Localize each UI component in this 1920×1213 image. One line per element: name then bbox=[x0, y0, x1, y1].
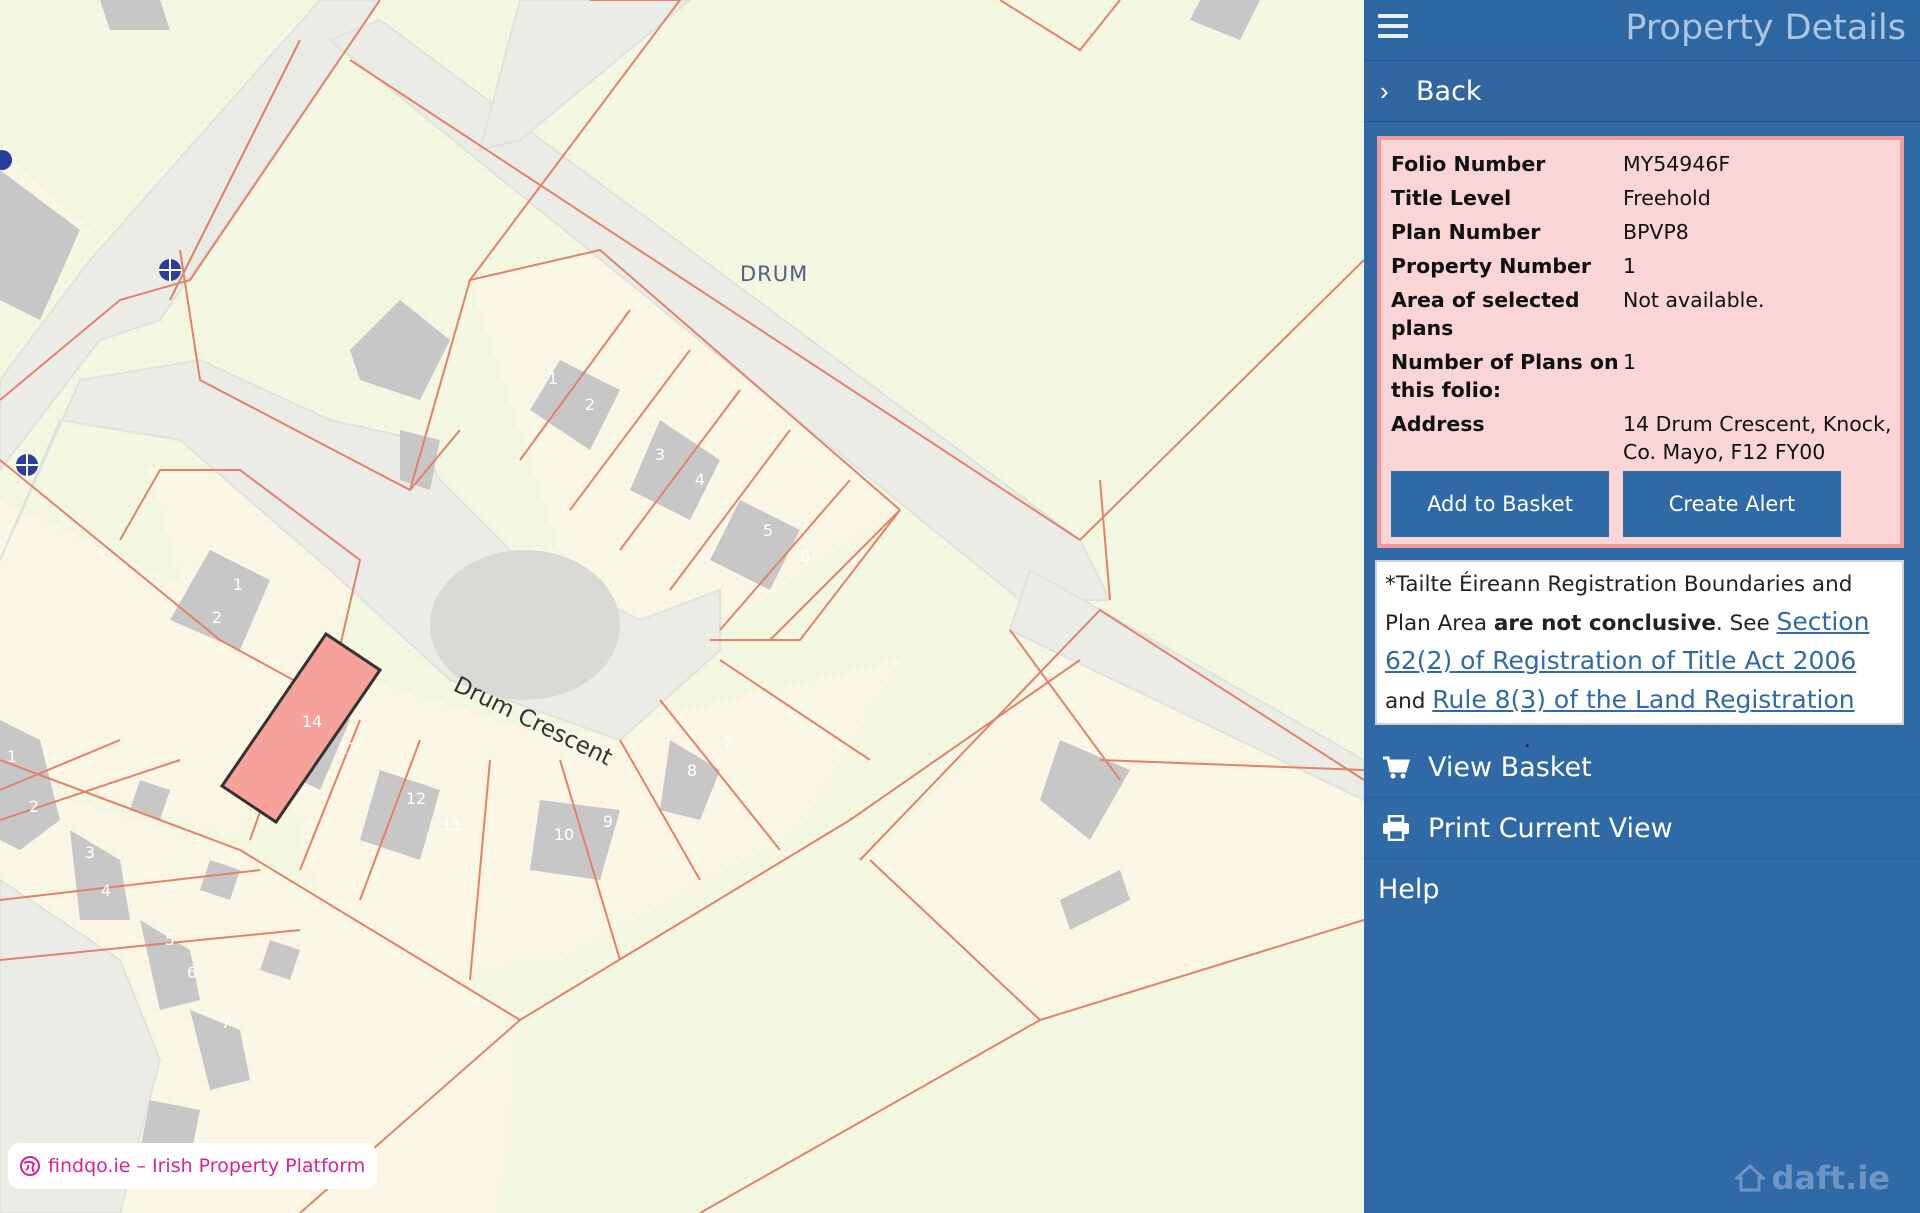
field-value: 1 bbox=[1623, 254, 1637, 278]
survey-marker-icon bbox=[16, 454, 38, 476]
view-basket-button[interactable]: View Basket bbox=[1364, 737, 1920, 798]
house-number-label: 7 bbox=[723, 733, 733, 752]
back-label: Back bbox=[1416, 75, 1482, 107]
add-to-basket-button[interactable]: Add to Basket bbox=[1391, 471, 1609, 537]
watermark: daft.ie bbox=[1735, 1159, 1890, 1197]
field-label: Area of selected plans bbox=[1391, 288, 1580, 340]
help-label: Help bbox=[1378, 873, 1440, 905]
source-tag[interactable]: findqo.ie – Irish Property Platform bbox=[8, 1143, 378, 1189]
hamburger-menu-icon[interactable] bbox=[1378, 14, 1408, 40]
property-panel: Property Details › Back Folio Number MY5… bbox=[1364, 0, 1920, 1213]
house-number-label: 13 bbox=[338, 739, 358, 758]
house-number-label: 9 bbox=[603, 812, 613, 831]
house-number-label: 5 bbox=[763, 521, 773, 540]
survey-marker-icon bbox=[159, 259, 181, 281]
source-tag-text: findqo.ie – Irish Property Platform bbox=[48, 1155, 366, 1177]
house-number-label: 4 bbox=[695, 470, 705, 489]
property-info-box: Folio Number MY54946F Title Level Freeho… bbox=[1377, 136, 1904, 548]
map-canvas[interactable]: DRUM Drum Crescent 111222334455667789101… bbox=[0, 0, 1364, 1213]
house-number-label: 7 bbox=[221, 1013, 231, 1032]
field-label: Number of Plans on this folio: bbox=[1391, 350, 1619, 402]
print-view-button[interactable]: Print Current View bbox=[1364, 798, 1920, 859]
note-and: and bbox=[1385, 689, 1433, 714]
house-number-label: 2 bbox=[585, 395, 595, 414]
house-number-label: 2 bbox=[29, 797, 39, 816]
chevron-right-icon: › bbox=[1380, 75, 1389, 106]
field-value: BPVP8 bbox=[1623, 220, 1689, 244]
house-number-label: 8 bbox=[687, 761, 697, 780]
house-number-label: 3 bbox=[85, 843, 95, 862]
panel-header: Property Details bbox=[1364, 0, 1920, 60]
house-number-label: 2 bbox=[212, 608, 222, 627]
house-number-label: 11 bbox=[442, 815, 462, 834]
field-value: 14 Drum Crescent, Knock, Co. Mayo, F12 F… bbox=[1623, 412, 1892, 464]
printer-icon bbox=[1378, 815, 1414, 841]
field-value: 1 bbox=[1623, 350, 1637, 374]
field-label: Property Number bbox=[1391, 254, 1592, 278]
house-number-label: 1 bbox=[233, 575, 243, 594]
house-number-label: 10 bbox=[554, 825, 574, 844]
view-basket-label: View Basket bbox=[1428, 751, 1592, 783]
house-number-label: 4 bbox=[101, 881, 111, 900]
house-number-label: 6 bbox=[187, 963, 197, 982]
house-logo-icon bbox=[1735, 1163, 1766, 1192]
house-number-label: 3 bbox=[655, 445, 665, 464]
back-button[interactable]: › Back bbox=[1364, 60, 1920, 122]
field-label: Title Level bbox=[1391, 186, 1512, 210]
house-number-label: 12 bbox=[406, 789, 426, 808]
cart-icon bbox=[1378, 755, 1414, 779]
field-value: MY54946F bbox=[1623, 152, 1731, 176]
note-mid: . See bbox=[1715, 611, 1777, 636]
create-alert-button[interactable]: Create Alert bbox=[1623, 471, 1841, 537]
field-label: Address bbox=[1391, 412, 1485, 436]
watermark-text: daft.ie bbox=[1771, 1159, 1890, 1197]
globe-icon bbox=[20, 1156, 40, 1176]
map-view[interactable]: DRUM Drum Crescent 1 1 1 2 2 2 3 3 4 4 5 5 6 6 7 7 8 9 10 1… bbox=[0, 0, 1364, 1213]
field-value: Freehold bbox=[1623, 186, 1711, 210]
house-number-label: 14 bbox=[302, 712, 322, 731]
area-label: DRUM bbox=[740, 262, 808, 286]
field-value: Not available. bbox=[1623, 288, 1765, 312]
house-number-label: 5 bbox=[165, 930, 175, 949]
house-number-label: 1 bbox=[548, 369, 558, 388]
field-label: Folio Number bbox=[1391, 152, 1546, 176]
field-label: Plan Number bbox=[1391, 220, 1541, 244]
note-bold: are not conclusive bbox=[1493, 611, 1716, 636]
print-view-label: Print Current View bbox=[1428, 812, 1673, 844]
house-number-label: 1 bbox=[7, 747, 17, 766]
disclaimer-note: *Tailte Éireann Registration Boundaries … bbox=[1375, 560, 1904, 753]
house-number-label: 6 bbox=[800, 547, 810, 566]
panel-title: Property Details bbox=[1625, 8, 1906, 48]
help-button[interactable]: Help bbox=[1364, 859, 1920, 919]
